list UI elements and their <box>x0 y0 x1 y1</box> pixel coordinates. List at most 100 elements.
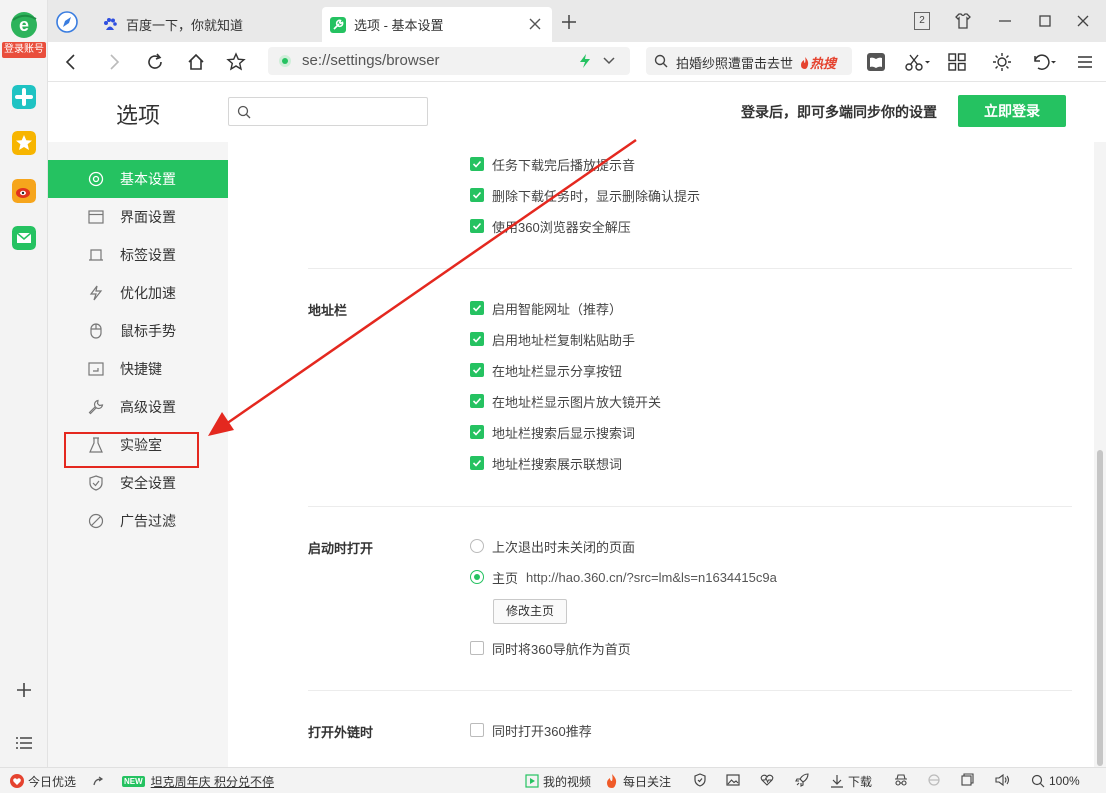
download-icon <box>831 775 843 788</box>
toolbar: se://settings/browser 拍婚纱照遭雷击去世 热搜 <box>48 42 1106 82</box>
tab-settings[interactable]: 选项 - 基本设置 <box>322 7 552 42</box>
sound-speaker-icon[interactable] <box>995 773 1011 787</box>
mail-icon[interactable] <box>12 226 36 250</box>
tab-count-badge[interactable]: 2 <box>914 12 930 30</box>
checkbox-checked[interactable] <box>470 425 484 439</box>
checkbox-unchecked[interactable] <box>470 723 484 737</box>
option-safe-unzip[interactable]: 使用360浏览器安全解压 <box>470 217 631 235</box>
nav-item-security[interactable]: 安全设置 <box>48 464 228 502</box>
back-icon[interactable] <box>61 52 81 72</box>
undo-close-icon[interactable] <box>1030 52 1058 72</box>
daily-follow-link[interactable]: 每日关注 <box>605 773 671 789</box>
add-app-icon[interactable] <box>14 680 34 700</box>
rocket-icon[interactable] <box>795 773 809 787</box>
navigation-compass-icon[interactable] <box>56 11 78 33</box>
nav-item-optimize[interactable]: 优化加速 <box>48 274 228 312</box>
radio-home-page[interactable]: 主页 http://hao.360.cn/?src=lm&ls=n1634415… <box>470 568 777 586</box>
radio-last-session[interactable]: 上次退出时未关闭的页面 <box>470 537 635 555</box>
new-badge: NEW <box>122 775 145 787</box>
option-delete-confirm[interactable]: 删除下载任务时，显示删除确认提示 <box>470 186 700 204</box>
daily-picks-link[interactable]: 今日优选 <box>10 773 76 789</box>
radio-button-selected[interactable] <box>470 570 484 584</box>
settings-search-field[interactable] <box>228 97 428 126</box>
nav-item-label: 鼠标手势 <box>120 323 176 339</box>
checkbox-checked[interactable] <box>470 157 484 171</box>
option-smart-url[interactable]: 启用智能网址（推荐） <box>470 299 622 317</box>
nav-item-lab[interactable]: 实验室 <box>48 426 228 464</box>
section-divider <box>308 268 1072 269</box>
new-tab-icon[interactable] <box>560 13 578 31</box>
close-tab-icon[interactable] <box>528 17 542 31</box>
checkbox-checked[interactable] <box>470 363 484 377</box>
heartbeat-icon[interactable] <box>760 773 774 787</box>
zoom-level[interactable]: 100% <box>1031 773 1080 789</box>
checkbox-unchecked[interactable] <box>470 641 484 655</box>
scrollbar-thumb[interactable] <box>1097 450 1103 766</box>
checkbox-checked[interactable] <box>470 456 484 470</box>
screenshot-scissors-icon[interactable] <box>904 52 932 72</box>
home-icon[interactable] <box>186 52 206 72</box>
minimize-icon[interactable] <box>996 12 1014 30</box>
search-query[interactable]: 拍婚纱照遭雷击去世 <box>676 53 793 72</box>
option-share-button[interactable]: 在地址栏显示分享按钮 <box>470 361 622 379</box>
wrench-icon <box>88 399 104 415</box>
nav-item-mouse-gesture[interactable]: 鼠标手势 <box>48 312 228 350</box>
bookmark-star-icon[interactable] <box>226 52 246 72</box>
apps-grid-icon[interactable] <box>947 52 967 72</box>
radio-button[interactable] <box>470 539 484 553</box>
skin-shirt-icon[interactable] <box>954 12 972 30</box>
option-download-sound[interactable]: 任务下载完后播放提示音 <box>470 155 635 173</box>
weibo-icon[interactable] <box>12 179 36 203</box>
address-bar[interactable]: se://settings/browser <box>268 47 630 75</box>
nav-item-tab-settings[interactable]: 标签设置 <box>48 236 228 274</box>
checkbox-checked[interactable] <box>470 394 484 408</box>
checkbox-checked[interactable] <box>470 301 484 315</box>
my-videos-link[interactable]: 我的视频 <box>525 773 591 789</box>
nav-item-ui-settings[interactable]: 界面设置 <box>48 198 228 236</box>
option-show-search-term[interactable]: 地址栏搜索后显示搜索词 <box>470 423 635 441</box>
maximize-icon[interactable] <box>1036 12 1054 30</box>
nav-item-shortcuts[interactable]: 快捷键 <box>48 350 228 388</box>
brightness-sun-icon[interactable] <box>992 52 1012 72</box>
refresh-icon[interactable] <box>145 52 165 72</box>
search-icon <box>237 105 251 119</box>
close-window-icon[interactable] <box>1074 12 1092 30</box>
edit-homepage-button[interactable]: 修改主页 <box>493 599 567 624</box>
checkbox-checked[interactable] <box>470 332 484 346</box>
favorites-star-icon[interactable] <box>12 131 36 155</box>
browser-logo-icon[interactable]: e <box>9 10 39 40</box>
health-app-icon[interactable] <box>12 85 36 109</box>
login-account-tag[interactable]: 登录账号 <box>2 42 46 58</box>
option-image-magnifier[interactable]: 在地址栏显示图片放大镜开关 <box>470 392 661 410</box>
promo-link[interactable]: NEW 坦克周年庆 积分兑不停 <box>122 773 274 789</box>
reader-book-icon[interactable] <box>866 52 886 72</box>
forward-icon[interactable] <box>104 52 124 72</box>
image-icon[interactable] <box>726 773 740 787</box>
incognito-icon[interactable] <box>893 773 909 787</box>
ie-compat-icon[interactable] <box>927 773 941 787</box>
login-button[interactable]: 立即登录 <box>958 95 1066 127</box>
nav-item-advanced[interactable]: 高级设置 <box>48 388 228 426</box>
nav-item-basic-settings[interactable]: 基本设置 <box>48 160 228 198</box>
search-box[interactable]: 拍婚纱照遭雷击去世 热搜 <box>646 47 852 75</box>
checkbox-checked[interactable] <box>470 188 484 202</box>
speed-mode-bolt-icon[interactable] <box>578 53 592 69</box>
downloads-link[interactable]: 下载 <box>830 773 872 789</box>
hot-search-label[interactable]: 热搜 <box>800 53 836 72</box>
nav-item-ad-filter[interactable]: 广告过滤 <box>48 502 228 540</box>
tab-baidu[interactable]: 百度一下，你就知道 <box>92 7 314 42</box>
option-open-360-recommend[interactable]: 同时打开360推荐 <box>470 721 592 739</box>
share-arrow-icon[interactable] <box>92 775 104 787</box>
option-suggest-words[interactable]: 地址栏搜索展示联想词 <box>470 454 622 472</box>
chevron-down-icon[interactable] <box>602 55 616 67</box>
window-restore-icon[interactable] <box>960 773 974 787</box>
settings-search-input[interactable] <box>257 102 417 122</box>
main-menu-icon[interactable] <box>1075 52 1095 72</box>
checkbox-checked[interactable] <box>470 219 484 233</box>
sidebar-menu-icon[interactable] <box>15 735 33 751</box>
content-scrollbar[interactable] <box>1094 142 1106 767</box>
option-paste-helper[interactable]: 启用地址栏复制粘贴助手 <box>470 330 635 348</box>
url-text[interactable]: se://settings/browser <box>302 52 440 69</box>
option-360-nav-home[interactable]: 同时将360导航作为首页 <box>470 639 631 657</box>
shield-icon[interactable] <box>693 773 707 787</box>
